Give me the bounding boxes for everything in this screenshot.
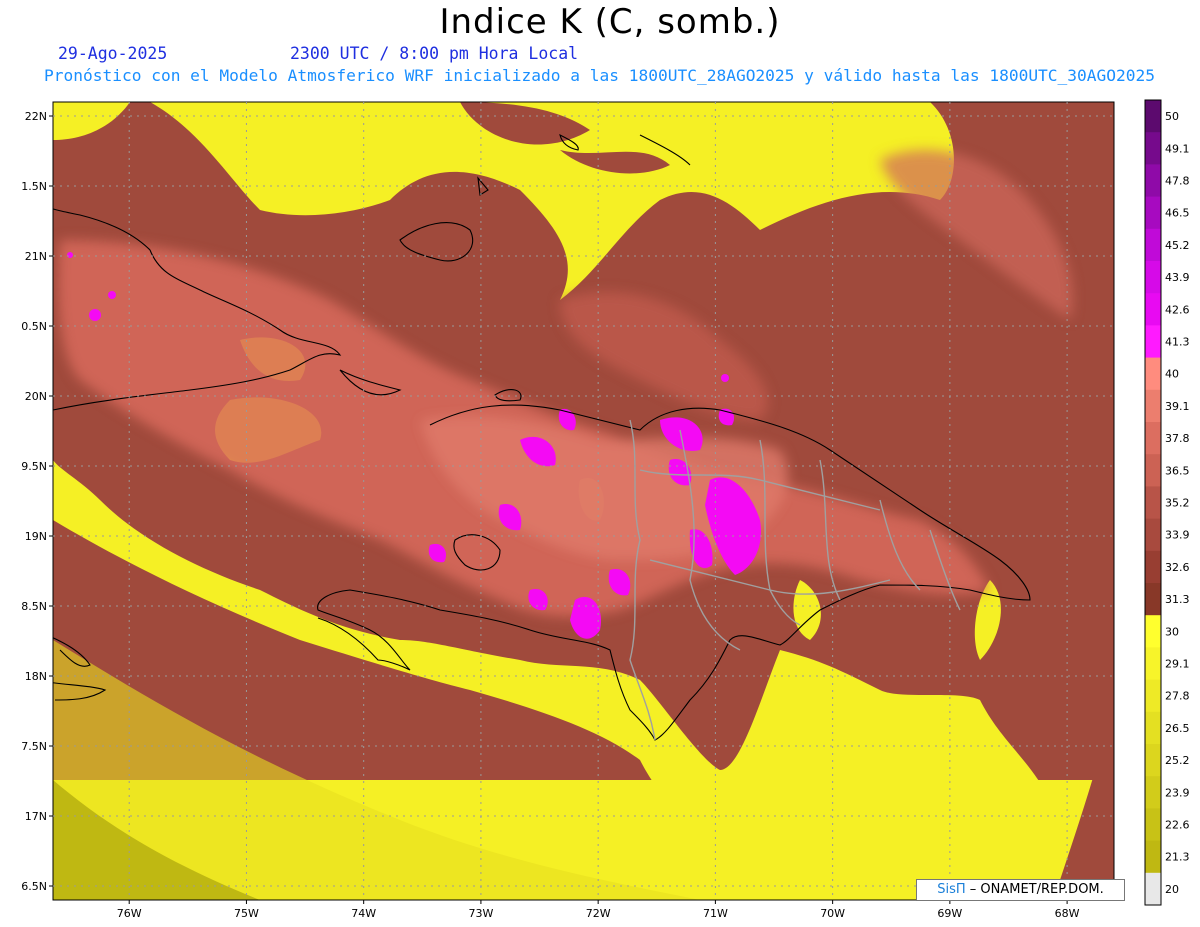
colorbar-swatch: [1145, 325, 1161, 359]
colorbar-swatch: [1145, 840, 1161, 874]
lat-tick-label: 17N: [25, 810, 47, 823]
colorbar-swatch: [1145, 389, 1161, 423]
lat-tick-label: 21N: [25, 250, 47, 263]
cell-14: [108, 291, 116, 299]
colorbar-label: 27.8: [1165, 690, 1190, 703]
colorbar-swatch: [1145, 872, 1161, 906]
colorbar-label: 43.9: [1165, 271, 1190, 284]
colorbar-label: 39.1: [1165, 400, 1190, 413]
colorbar-swatch: [1145, 486, 1161, 520]
colorbar-swatch: [1145, 357, 1161, 391]
colorbar-label: 35.2: [1165, 497, 1190, 510]
colorbar-label: 50: [1165, 110, 1179, 123]
colorbar-label: 23.9: [1165, 786, 1190, 799]
lon-tick-label: 70W: [820, 907, 845, 920]
colorbar-swatch: [1145, 711, 1161, 745]
lon-tick-label: 71W: [703, 907, 728, 920]
lon-tick-label: 76W: [117, 907, 142, 920]
lon-tick-label: 72W: [586, 907, 611, 920]
colorbar-label: 25.2: [1165, 754, 1190, 767]
colorbar-label: 22.6: [1165, 819, 1190, 832]
colorbar-swatch: [1145, 647, 1161, 681]
colorbar-label: 42.6: [1165, 303, 1190, 316]
colorbar-label: 26.5: [1165, 722, 1190, 735]
lat-tick-label: 9.5N: [21, 460, 47, 473]
colorbar-swatch: [1145, 293, 1161, 326]
lat-tick-label: 22N: [25, 110, 47, 123]
colorbar-swatch: [1145, 744, 1161, 777]
lat-tick-label: 0.5N: [21, 320, 47, 333]
lat-tick-label: 18N: [25, 670, 47, 683]
colorbar-swatch: [1145, 100, 1161, 133]
colorbar-label: 21.3: [1165, 851, 1190, 864]
longitude-axis: 76W 75W 74W 73W 72W 71W 70W 69W 68W: [117, 900, 1080, 920]
colorbar-swatch: [1145, 132, 1161, 165]
cell-13: [89, 309, 101, 321]
colorbar-swatch: [1145, 808, 1161, 842]
colorbar-label: 32.6: [1165, 561, 1190, 574]
colorbar-swatch: [1145, 679, 1161, 713]
colorbar-swatch: [1145, 550, 1161, 584]
colorbar: 50 49.1 47.8 46.5 45.2 43.9 42.6 41.3 40 39.1 37.8…: [1144, 99, 1190, 906]
lon-tick-label: 68W: [1055, 907, 1080, 920]
lon-tick-label: 69W: [937, 907, 962, 920]
cell-15: [67, 252, 73, 258]
latitude-axis: 22N 1.5N 21N 0.5N 20N 9.5N 19N 8.5N 18N 7.5N 17N 6.…: [21, 110, 53, 893]
colorbar-swatch: [1145, 422, 1161, 455]
credit-org: – ONAMET/REP.DOM.: [965, 882, 1104, 897]
lat-tick-label: 8.5N: [21, 600, 47, 613]
lat-tick-label: 6.5N: [21, 880, 47, 893]
colorbar-label: 29.1: [1165, 658, 1190, 671]
lon-tick-label: 73W: [468, 907, 493, 920]
colorbar-swatch: [1145, 615, 1161, 648]
colorbar-label: 46.5: [1165, 207, 1190, 220]
colorbar-swatch: [1145, 261, 1161, 294]
lat-tick-label: 7.5N: [21, 740, 47, 753]
colorbar-label: 47.8: [1165, 175, 1190, 188]
colorbar-swatch: [1145, 518, 1161, 552]
colorbar-label: 45.2: [1165, 239, 1190, 252]
lon-tick-label: 74W: [351, 907, 376, 920]
cell-16: [721, 374, 729, 382]
colorbar-label: 40: [1165, 368, 1179, 381]
colorbar-swatch: [1145, 454, 1161, 487]
sistema-logo: SisΠ: [937, 882, 966, 897]
lon-tick-label: 75W: [234, 907, 259, 920]
colorbar-label: 36.5: [1165, 464, 1190, 477]
colorbar-label: 20: [1165, 883, 1179, 896]
colorbar-label: 33.9: [1165, 529, 1190, 542]
colorbar-label: 30: [1165, 625, 1179, 638]
shaded-field: [53, 102, 1114, 900]
credit-box: SisΠ – ONAMET/REP.DOM.: [916, 879, 1125, 901]
k-index-map: 22N 1.5N 21N 0.5N 20N 9.5N 19N 8.5N 18N 7.5N 17N 6.…: [21, 99, 1190, 920]
colorbar-swatch: [1145, 583, 1161, 616]
colorbar-swatch: [1145, 196, 1161, 230]
colorbar-swatch: [1145, 228, 1161, 262]
colorbar-label: 31.3: [1165, 593, 1190, 606]
colorbar-label: 49.1: [1165, 142, 1190, 155]
colorbar-label: 41.3: [1165, 336, 1190, 349]
colorbar-label: 37.8: [1165, 432, 1190, 445]
colorbar-swatch: [1145, 776, 1161, 809]
lat-tick-label: 20N: [25, 390, 47, 403]
lat-tick-label: 1.5N: [21, 180, 47, 193]
lat-tick-label: 19N: [25, 530, 47, 543]
colorbar-swatch: [1145, 164, 1161, 198]
